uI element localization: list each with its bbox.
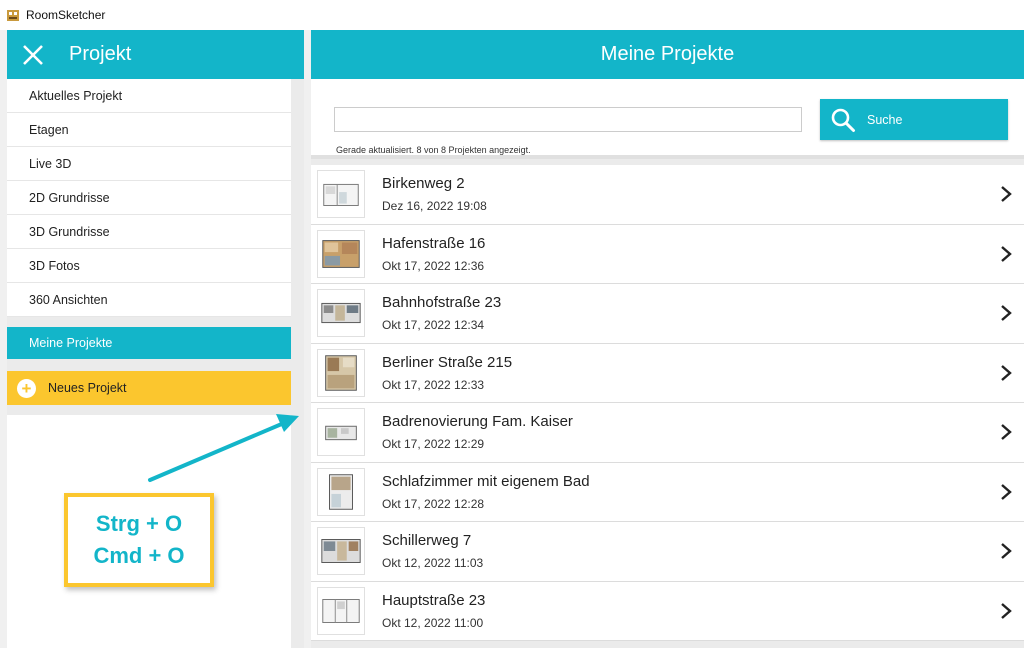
- plus-icon: +: [17, 378, 36, 398]
- chevron-right-icon: [1001, 602, 1012, 619]
- project-date: Okt 17, 2022 12:28: [382, 496, 485, 511]
- title-bar: RoomSketcher: [0, 0, 1024, 30]
- chevron-right-icon: [1001, 305, 1012, 322]
- search-button-label: Suche: [867, 112, 903, 127]
- new-project-button[interactable]: + Neues Projekt: [7, 371, 291, 405]
- project-row[interactable]: Badrenovierung Fam. Kaiser Okt 17, 2022 …: [311, 403, 1024, 463]
- project-row[interactable]: Bahnhofstraße 23 Okt 17, 2022 12:34: [311, 284, 1024, 344]
- floorplan-thumbnail: [317, 348, 365, 397]
- floorplan-thumbnail: [317, 527, 365, 576]
- floorplan-thumbnail: [317, 586, 365, 635]
- floorplan-thumbnail: [317, 467, 365, 516]
- floorplan-thumbnail: [317, 170, 365, 219]
- project-row[interactable]: Schillerweg 7 Okt 12, 2022 11:03: [311, 522, 1024, 582]
- project-name: Badrenovierung Fam. Kaiser: [382, 413, 573, 431]
- close-icon: [23, 44, 43, 65]
- project-name: Schillerweg 7: [382, 532, 472, 550]
- shortcut-annotation: Strg + O Cmd + O: [64, 493, 214, 587]
- project-row[interactable]: Hafenstraße 16 Okt 17, 2022 12:36: [311, 224, 1024, 284]
- project-name: Hafenstraße 16: [382, 234, 486, 252]
- project-row[interactable]: Birkenweg 2 Dez 16, 2022 19:08: [311, 165, 1024, 225]
- project-date: Okt 17, 2022 12:36: [382, 258, 485, 273]
- sidebar-item-2d-floorplans[interactable]: 2D Grundrisse: [7, 181, 291, 215]
- sidebar-menu: Aktuelles Projekt Etagen Live 3D 2D Grun…: [7, 79, 291, 317]
- roomsketcher-app-icon: [7, 10, 19, 21]
- chevron-right-icon: [1001, 543, 1012, 560]
- status-text: Gerade aktualisiert. 8 von 8 Projekten a…: [336, 145, 531, 155]
- main-panel: Meine Projekte Suche Gerade aktualisiert…: [311, 30, 1024, 648]
- project-name: Bahnhofstraße 23: [382, 294, 502, 312]
- chevron-right-icon: [1001, 424, 1012, 441]
- sidebar-item-floors[interactable]: Etagen: [7, 113, 291, 147]
- new-project-label: Neues Projekt: [48, 381, 127, 395]
- chevron-right-icon: [1001, 186, 1012, 203]
- close-button[interactable]: [7, 30, 59, 79]
- floorplan-thumbnail: [317, 229, 365, 278]
- sidebar-item-360-views[interactable]: 360 Ansichten: [7, 283, 291, 317]
- project-name: Berliner Straße 215: [382, 353, 513, 371]
- search-area: Suche Gerade aktualisiert. 8 von 8 Proje…: [311, 79, 1024, 159]
- search-button[interactable]: Suche: [820, 99, 1008, 140]
- floorplan-thumbnail: [317, 408, 365, 457]
- project-row[interactable]: Schlafzimmer mit eigenem Bad Okt 17, 202…: [311, 462, 1024, 522]
- sidebar-item-3d-floorplans[interactable]: 3D Grundrisse: [7, 215, 291, 249]
- project-name: Schlafzimmer mit eigenem Bad: [382, 472, 590, 490]
- project-date: Okt 17, 2022 12:34: [382, 318, 485, 333]
- sidebar-item-current-project[interactable]: Aktuelles Projekt: [7, 79, 291, 113]
- shortcut-windows: Strg + O: [95, 511, 183, 536]
- search-input[interactable]: [334, 107, 802, 132]
- project-date: Okt 17, 2022 12:29: [382, 437, 485, 452]
- project-date: Dez 16, 2022 19:08: [382, 199, 487, 214]
- chevron-right-icon: [1001, 245, 1012, 262]
- sidebar-item-my-projects[interactable]: Meine Projekte: [7, 327, 291, 359]
- window-title: RoomSketcher: [26, 8, 106, 22]
- chevron-right-icon: [1001, 364, 1012, 381]
- sidebar-header: Projekt: [7, 30, 304, 79]
- project-name: Birkenweg 2: [382, 175, 465, 193]
- sidebar-title: Projekt: [69, 43, 132, 65]
- floorplan-thumbnail: [317, 289, 365, 338]
- project-date: Okt 12, 2022 11:03: [382, 556, 484, 571]
- project-row[interactable]: Berliner Straße 215 Okt 17, 2022 12:33: [311, 343, 1024, 403]
- project-list: Birkenweg 2 Dez 16, 2022 19:08 Hafenstra…: [311, 165, 1024, 641]
- search-icon: [831, 108, 855, 132]
- sidebar-item-live-3d[interactable]: Live 3D: [7, 147, 291, 181]
- chevron-right-icon: [1001, 483, 1012, 500]
- project-date: Okt 17, 2022 12:33: [382, 377, 485, 392]
- page-title: Meine Projekte: [311, 30, 1024, 79]
- sidebar-item-3d-photos[interactable]: 3D Fotos: [7, 249, 291, 283]
- project-row[interactable]: Hauptstraße 23 Okt 12, 2022 11:00: [311, 581, 1024, 641]
- project-name: Hauptstraße 23: [382, 591, 486, 609]
- project-date: Okt 12, 2022 11:00: [382, 615, 484, 630]
- shortcut-mac: Cmd + O: [93, 543, 185, 568]
